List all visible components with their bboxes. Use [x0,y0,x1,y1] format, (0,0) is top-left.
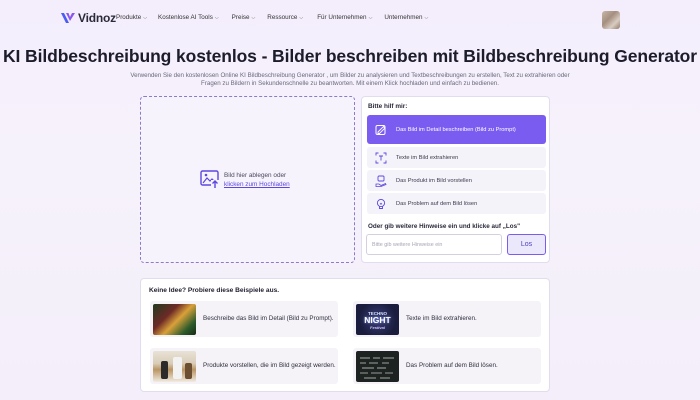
example-products[interactable]: Produkte vorstellen, die im Bild gezeigt… [150,348,338,384]
chevron-down-icon: ⌵ [368,14,373,21]
examples-title: Keine Idee? Probiere diese Beispiele aus… [149,287,280,294]
menu-label: Unternehmen [384,14,423,21]
option-label: Das Produkt im Bild vorstellen [396,177,472,184]
option-label: Das Problem auf dem Bild lösen [396,200,478,207]
bulb-icon [376,198,386,209]
avatar[interactable] [602,11,620,29]
hint-title: Oder gib weitere Hinweise ein und klicke… [368,223,521,230]
example-label: Produkte vorstellen, die im Bild gezeigt… [203,361,336,369]
example-label: Texte im Bild extrahieren. [406,314,477,322]
option-label: Das Bild im Detail beschreiben (Bild zu … [396,126,516,133]
product-icon [375,175,387,187]
vidnoz-logo-icon [61,13,75,23]
vidnoz-logo[interactable]: Vidnoz [60,11,116,25]
describe-icon [375,124,386,135]
menu-produkte[interactable]: Produkte ⌵ [116,14,147,21]
chevron-down-icon: ⌵ [299,14,304,21]
menu-unternehmen[interactable]: Unternehmen ⌵ [384,14,428,21]
dropzone-content: Bild hier ablegen oder klicken zum Hochl… [200,170,290,189]
examples-card: Keine Idee? Probiere diese Beispiele aus… [140,278,550,392]
festival-photo [153,303,196,335]
neon-line-mid: NIGHT [364,314,391,325]
menu-label: Für Unternehmen [317,14,367,21]
product-tube [185,362,192,379]
menu-preise[interactable]: Preise ⌵ [232,14,256,21]
text-scan-icon [375,152,387,163]
chalk-formulas [360,357,394,378]
menu-ai-tools[interactable]: Kostenlose AI Tools ⌵ [158,14,219,21]
chevron-down-icon: ⌵ [214,14,219,21]
option-describe[interactable]: Das Bild im Detail beschreiben (Bild zu … [367,115,546,144]
los-button[interactable]: Los [507,234,546,255]
logo-text: Vidnoz [78,11,116,25]
example-label: Das Problem auf dem Bild lösen. [406,361,498,369]
dropzone-text: Bild hier ablegen oder klicken zum Hochl… [224,171,290,189]
upload-link[interactable]: klicken zum Hochladen [224,180,290,189]
option-extract-text[interactable]: Texte im Bild extrahieren [367,147,546,168]
panel-title: Bitte hilf mir: [368,103,408,110]
neon-sign-text: TECHNO NIGHT Festival [356,310,399,331]
menu-ressource[interactable]: Ressource ⌵ [267,14,303,21]
option-product[interactable]: Das Produkt im Bild vorstellen [367,170,546,191]
example-solve-problem[interactable]: Das Problem auf dem Bild lösen. [353,348,541,384]
menu-label: Ressource [267,14,298,21]
example-describe[interactable]: Beschreibe das Bild im Detail (Bild zu P… [150,301,338,337]
math-chalkboard-photo [356,350,399,382]
option-label: Texte im Bild extrahieren [396,154,459,161]
neon-line-bottom: Festival [370,324,385,330]
image-dropzone[interactable]: Bild hier ablegen oder klicken zum Hochl… [140,96,355,263]
options-panel: Bitte hilf mir: Das Bild im Detail besch… [361,96,550,263]
neon-sign-photo: TECHNO NIGHT Festival [356,303,399,335]
chevron-down-icon: ⌵ [424,14,429,21]
product-bottle [161,360,168,379]
hint-input[interactable] [366,234,502,255]
products-photo [153,350,196,382]
chevron-down-icon: ⌵ [251,14,256,21]
menu-label: Preise [231,14,250,21]
option-solve-problem[interactable]: Das Problem auf dem Bild lösen [367,193,546,214]
page-subtitle: Verwenden Sie den kostenlosen Online KI … [130,72,570,88]
product-jar [173,356,182,379]
menu-label: Produkte [116,14,142,21]
menu-label: Kostenlose AI Tools [158,14,213,21]
main-menu: Produkte ⌵ Kostenlose AI Tools ⌵ Preise ⌵ R… [116,14,428,21]
top-nav: Vidnoz Produkte ⌵ Kostenlose AI Tools ⌵ Pr… [0,0,700,38]
example-label: Beschreibe das Bild im Detail (Bild zu P… [203,314,334,322]
page-title: KI Bildbeschreibung kostenlos - Bilder b… [3,46,697,66]
menu-fuer-unternehmen[interactable]: Für Unternehmen ⌵ [317,14,372,21]
chevron-down-icon: ⌵ [143,14,147,21]
example-extract-text[interactable]: TECHNO NIGHT Festival Texte im Bild extr… [353,301,541,337]
dropzone-hint: Bild hier ablegen oder [224,171,287,179]
image-upload-icon [200,170,219,188]
